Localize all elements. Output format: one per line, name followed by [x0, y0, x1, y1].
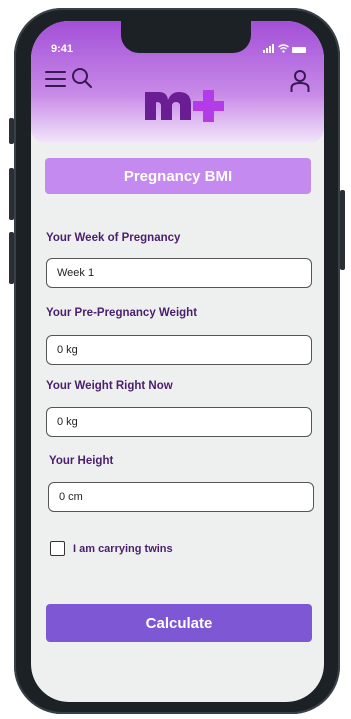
week-input[interactable]: Week 1 [46, 258, 312, 288]
power-button [340, 190, 345, 270]
height-input[interactable]: 0 cm [48, 482, 314, 512]
twins-option[interactable]: I am carrying twins [50, 541, 173, 556]
status-icons [263, 43, 306, 53]
device-mockup: 9:41 Pregnancy BMI Your Week of Pregnanc… [0, 0, 351, 719]
week-label: Your Week of Pregnancy [46, 232, 181, 244]
app-header: 9:41 [31, 21, 324, 143]
twins-checkbox[interactable] [50, 541, 65, 556]
status-time: 9:41 [51, 43, 74, 55]
current-weight-label: Your Weight Right Now [46, 380, 173, 392]
phone-notch [121, 21, 251, 53]
wifi-icon [278, 44, 289, 53]
battery-icon [292, 47, 306, 53]
page-title: Pregnancy BMI [45, 158, 311, 194]
current-weight-input[interactable]: 0 kg [46, 407, 312, 437]
pre-pregnancy-weight-label: Your Pre-Pregnancy Weight [46, 307, 198, 319]
height-label: Your Height [49, 455, 114, 467]
calculate-button[interactable]: Calculate [46, 604, 312, 642]
user-icon[interactable] [290, 69, 310, 93]
pre-pregnancy-weight-input[interactable]: 0 kg [46, 335, 312, 365]
twins-label: I am carrying twins [73, 542, 173, 555]
search-icon[interactable] [71, 67, 93, 89]
brand-logo[interactable] [141, 76, 236, 126]
app-screen: 9:41 Pregnancy BMI Your Week of Pregnanc… [31, 21, 324, 702]
signal-icon [263, 35, 275, 53]
menu-icon[interactable] [45, 69, 67, 89]
